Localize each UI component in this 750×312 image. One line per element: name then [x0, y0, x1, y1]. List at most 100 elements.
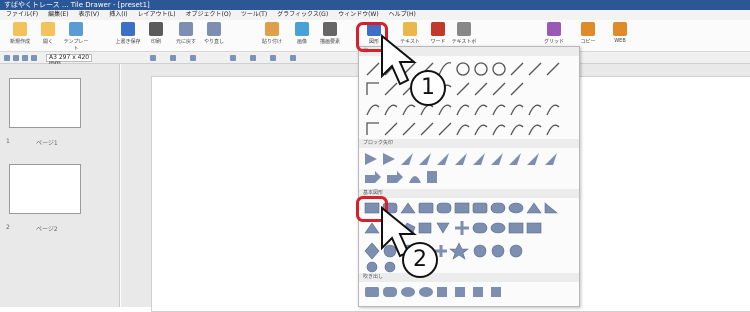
zoom-in-icon[interactable]: [13, 55, 19, 61]
u-turn-arrow-shape: [409, 176, 421, 183]
menu-insert[interactable]: 挿入(I): [109, 11, 127, 18]
section-callouts: 吹き出し: [359, 273, 579, 282]
hexagon-shape: [364, 242, 380, 260]
curve22-shape: [510, 124, 524, 136]
elbow4-shape: [366, 122, 379, 135]
menu-object[interactable]: オブジェクト(O): [186, 11, 231, 18]
up-right-arrow-shape: [401, 153, 413, 165]
section-block-arrows: ブロック矢印: [359, 139, 579, 148]
select-tool-icon[interactable]: [4, 55, 10, 61]
right-arrow2-shape: [383, 153, 395, 165]
curve13-shape: [456, 104, 470, 116]
align-right-icon[interactable]: [190, 55, 196, 61]
open-button[interactable]: 開く: [34, 22, 62, 50]
menu-help[interactable]: ヘルプ(H): [389, 11, 416, 18]
curve4-shape: [456, 82, 470, 96]
paste-button[interactable]: 貼り付け: [258, 22, 286, 50]
curve24-shape: [546, 124, 560, 136]
curve5-shape: [474, 82, 488, 96]
redo-icon: [207, 22, 221, 36]
menu-tools[interactable]: ツール(T): [241, 11, 267, 18]
up-right-arrow8-shape: [527, 153, 539, 165]
grid-icon: [547, 22, 561, 36]
save-icon: [121, 22, 135, 36]
up-right-arrow7-shape: [509, 153, 521, 165]
curve21-shape: [492, 124, 506, 136]
curve9-shape: [384, 104, 398, 116]
rectangle4-shape: [490, 202, 506, 214]
arc-shape: [456, 62, 470, 76]
page-thumbnail-1[interactable]: [9, 78, 81, 128]
menu-edit[interactable]: 編集(E): [48, 11, 68, 18]
zoom-out-icon[interactable]: [22, 55, 28, 61]
cube-shape: [508, 222, 524, 234]
print-button[interactable]: 印刷: [142, 22, 170, 50]
group-icon[interactable]: [230, 55, 236, 61]
redo-button[interactable]: やり直し: [200, 22, 228, 50]
up-right-arrow2-shape: [419, 153, 431, 165]
page-label-2: ページ2: [36, 226, 58, 233]
page-number-2: 2: [6, 224, 10, 231]
undo-button[interactable]: 元に戻す: [172, 22, 200, 50]
page-label-1: ページ1: [36, 140, 58, 147]
menu-layout[interactable]: レイアウト(L): [138, 11, 176, 18]
bevel-shape: [526, 222, 542, 234]
number16-shape: [509, 244, 523, 258]
up-right-arrow4-shape: [455, 153, 467, 165]
menu-view[interactable]: 表示(V): [78, 11, 99, 18]
up-right-arrow6-shape: [491, 153, 503, 165]
menu-window[interactable]: ウィンドウ(W): [338, 11, 379, 18]
flip-icon[interactable]: [290, 55, 296, 61]
undo-icon: [179, 22, 193, 36]
web-button[interactable]: WEB: [606, 22, 634, 50]
block-arrow-grid[interactable]: [359, 149, 579, 189]
template-button[interactable]: テンプレート: [62, 22, 90, 52]
step-badge-2: 2: [402, 242, 438, 278]
diamond-shape: [436, 222, 450, 234]
curve23-shape: [528, 124, 542, 136]
print-icon: [149, 22, 163, 36]
pen-shape: [528, 62, 542, 76]
curve11-shape: [420, 104, 434, 116]
rotate-icon[interactable]: [270, 55, 276, 61]
fit-page-icon[interactable]: [31, 55, 37, 61]
callout-cloud-shape: [419, 287, 433, 297]
bent-arrow-shape: [365, 171, 381, 183]
menu-graphics[interactable]: グラフィックス(G): [277, 11, 328, 18]
curve17-shape: [528, 104, 542, 116]
callout-shapes-grid[interactable]: [359, 283, 579, 303]
can-shape: [472, 222, 488, 234]
menu-bar: ファイル(F) 編集(E) 表示(V) 挿入(I) レイアウト(L) オブジェク…: [0, 10, 750, 20]
ungroup-icon[interactable]: [250, 55, 256, 61]
circle-arc-shape: [474, 62, 488, 76]
up-right-arrow5-shape: [473, 153, 485, 165]
textbox-icon: [457, 22, 471, 36]
curve14-shape: [474, 104, 488, 116]
curve20-shape: [474, 124, 488, 136]
align-center-icon[interactable]: [170, 55, 176, 61]
page-thumbnail-2[interactable]: [9, 164, 81, 214]
page-size-field[interactable]: A3 297 x 420 mm: [46, 54, 92, 67]
image-button[interactable]: 画像: [288, 22, 316, 50]
new-button[interactable]: 新規作成: [6, 22, 34, 50]
align-left-icon[interactable]: [150, 55, 156, 61]
freeform-shape: [510, 62, 524, 76]
callout-round-shape: [383, 287, 397, 297]
arc2-shape: [492, 62, 506, 76]
web-icon: [613, 22, 627, 36]
curve7-shape: [510, 82, 524, 96]
pentagon-arrow-shape: [427, 171, 437, 183]
up-right-arrow9-shape: [545, 153, 557, 165]
save-button[interactable]: 上書き保存: [114, 22, 142, 50]
oval-shape: [508, 202, 524, 214]
curve12-shape: [438, 104, 452, 116]
paste-icon: [265, 22, 279, 36]
curve10-shape: [402, 104, 416, 116]
callout-rect-shape: [365, 287, 379, 297]
menu-file[interactable]: ファイル(F): [6, 11, 38, 18]
elbow5-shape: [384, 122, 398, 136]
sun-shape: [491, 244, 505, 258]
curve18-shape: [546, 104, 560, 116]
wordart-icon: [431, 22, 445, 36]
draw-element-button[interactable]: 描画要素: [316, 22, 344, 50]
